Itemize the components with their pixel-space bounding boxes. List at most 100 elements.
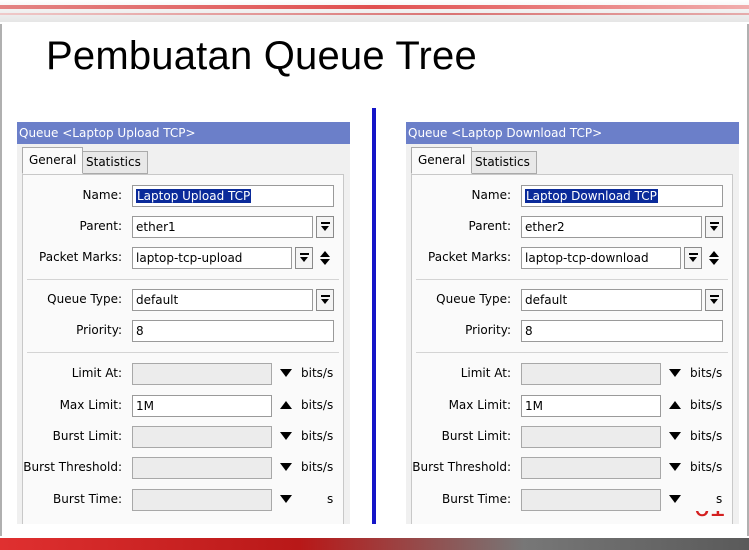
priority-label: Priority:: [76, 323, 122, 337]
tab-general[interactable]: General: [411, 147, 473, 174]
dropdown-arrow-icon: [321, 222, 330, 232]
expand-arrow-icon[interactable]: [669, 432, 681, 440]
priority-input[interactable]: 8: [521, 320, 723, 342]
burst-threshold-input[interactable]: [132, 457, 272, 479]
burst-time-unit: s: [327, 492, 334, 506]
dialog-title-bar[interactable]: Queue <Laptop Upload TCP>: [17, 122, 350, 144]
queue-type-label: Queue Type:: [47, 292, 122, 306]
name-row: Name: Laptop Download TCP: [412, 185, 732, 207]
add-remove-icon[interactable]: [320, 248, 330, 268]
tab-bar: General Statistics: [17, 144, 350, 174]
burst-threshold-unit: bits/s: [690, 460, 723, 474]
packet-marks-select[interactable]: laptop-tcp-download: [521, 247, 681, 269]
max-limit-unit: bits/s: [690, 398, 723, 412]
name-label: Name:: [471, 188, 511, 202]
add-remove-icon[interactable]: [709, 248, 719, 268]
collapse-arrow-icon[interactable]: [669, 401, 681, 409]
queue-type-select[interactable]: default: [132, 289, 313, 311]
expand-arrow-icon[interactable]: [669, 463, 681, 471]
expand-arrow-icon[interactable]: [280, 369, 292, 377]
burst-time-row: Burst Time: s: [23, 489, 343, 511]
parent-row: Parent: ether2: [412, 216, 732, 238]
packet-marks-label: Packet Marks:: [428, 250, 511, 264]
max-limit-unit: bits/s: [301, 398, 334, 412]
packet-marks-dropdown-button[interactable]: [295, 247, 313, 269]
burst-limit-label: Burst Limit:: [52, 429, 122, 443]
max-limit-input[interactable]: 1M: [132, 395, 272, 417]
packet-marks-label: Packet Marks:: [39, 250, 122, 264]
max-limit-input[interactable]: 1M: [521, 395, 661, 417]
parent-dropdown-button[interactable]: [705, 216, 723, 238]
dialog-title-bar[interactable]: Queue <Laptop Download TCP>: [406, 122, 739, 144]
burst-time-label: Burst Time:: [442, 492, 511, 506]
parent-select[interactable]: ether1: [132, 216, 313, 238]
priority-input[interactable]: 8: [132, 320, 334, 342]
burst-limit-row: Burst Limit: bits/s: [23, 426, 343, 448]
packet-marks-select[interactable]: laptop-tcp-upload: [132, 247, 292, 269]
slide-bottom-band: [0, 538, 749, 550]
dropdown-arrow-icon: [300, 253, 309, 263]
separator: [27, 279, 339, 280]
queue-dialog-download: Queue <Laptop Download TCP> General Stat…: [406, 122, 739, 524]
burst-time-label: Burst Time:: [53, 492, 122, 506]
burst-threshold-input[interactable]: [521, 457, 661, 479]
name-input[interactable]: Laptop Download TCP: [521, 185, 723, 207]
limit-at-label: Limit At:: [71, 366, 122, 380]
parent-label: Parent:: [468, 219, 511, 233]
expand-arrow-icon[interactable]: [669, 369, 681, 377]
queue-type-row: Queue Type: default: [412, 289, 732, 311]
priority-label: Priority:: [465, 323, 511, 337]
limit-at-unit: bits/s: [301, 366, 334, 380]
tab-bar: General Statistics: [406, 144, 739, 174]
burst-time-input[interactable]: [132, 489, 272, 511]
page-number-text: 61: [694, 511, 725, 521]
dropdown-arrow-icon: [321, 295, 330, 305]
max-limit-row: Max Limit: 1M bits/s: [412, 395, 732, 417]
max-limit-label: Max Limit:: [448, 398, 511, 412]
name-label: Name:: [82, 188, 122, 202]
dropdown-arrow-icon: [710, 222, 719, 232]
expand-arrow-icon[interactable]: [280, 495, 292, 503]
limit-at-unit: bits/s: [690, 366, 723, 380]
queue-type-dropdown-button[interactable]: [316, 289, 334, 311]
burst-limit-unit: bits/s: [301, 429, 334, 443]
parent-select[interactable]: ether2: [521, 216, 702, 238]
burst-limit-label: Burst Limit:: [441, 429, 511, 443]
priority-row: Priority: 8: [412, 320, 732, 342]
tab-statistics[interactable]: Statistics: [468, 151, 537, 174]
name-row: Name: Laptop Upload TCP: [23, 185, 343, 207]
limit-at-row: Limit At: bits/s: [23, 363, 343, 385]
parent-row: Parent: ether1: [23, 216, 343, 238]
slide-left-border: [0, 24, 2, 536]
limit-at-input[interactable]: [132, 363, 272, 385]
priority-row: Priority: 8: [23, 320, 343, 342]
vertical-divider: [372, 108, 376, 524]
collapse-arrow-icon[interactable]: [280, 401, 292, 409]
packet-marks-dropdown-button[interactable]: [684, 247, 702, 269]
limit-at-input[interactable]: [521, 363, 661, 385]
expand-arrow-icon[interactable]: [669, 495, 681, 503]
expand-arrow-icon[interactable]: [280, 463, 292, 471]
burst-limit-row: Burst Limit: bits/s: [412, 426, 732, 448]
burst-threshold-row: Burst Threshold: bits/s: [23, 457, 343, 479]
name-value: Laptop Download TCP: [525, 189, 658, 203]
burst-limit-unit: bits/s: [690, 429, 723, 443]
tab-statistics[interactable]: Statistics: [79, 151, 148, 174]
queue-type-label: Queue Type:: [436, 292, 511, 306]
slide-top-band: [0, 0, 749, 22]
queue-type-row: Queue Type: default: [23, 289, 343, 311]
expand-arrow-icon[interactable]: [280, 432, 292, 440]
burst-threshold-label: Burst Threshold:: [23, 460, 122, 474]
parent-dropdown-button[interactable]: [316, 216, 334, 238]
queue-type-select[interactable]: default: [521, 289, 702, 311]
burst-time-input[interactable]: [521, 489, 661, 511]
name-input[interactable]: Laptop Upload TCP: [132, 185, 334, 207]
burst-time-row: Burst Time: s: [412, 489, 732, 511]
slide-title: Pembuatan Queue Tree: [46, 34, 477, 78]
burst-limit-input[interactable]: [521, 426, 661, 448]
queue-dialog-upload: Queue <Laptop Upload TCP> General Statis…: [17, 122, 350, 524]
burst-limit-input[interactable]: [132, 426, 272, 448]
dropdown-arrow-icon: [710, 295, 719, 305]
tab-general[interactable]: General: [22, 147, 84, 174]
queue-type-dropdown-button[interactable]: [705, 289, 723, 311]
